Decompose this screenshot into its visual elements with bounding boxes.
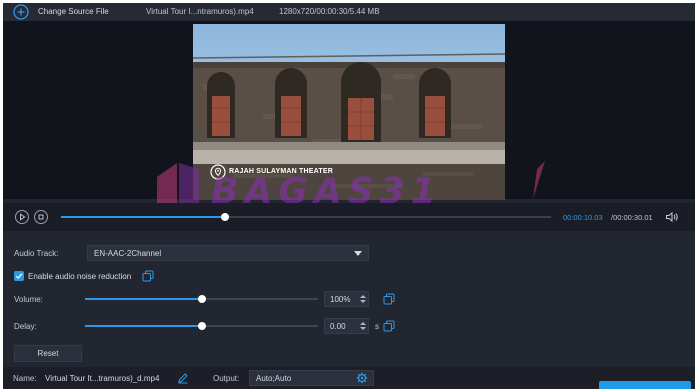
increment-arrow-icon[interactable] (360, 322, 366, 325)
play-icon (20, 213, 26, 221)
reset-button[interactable]: Reset (14, 345, 82, 362)
playback-progress-slider[interactable] (61, 213, 551, 221)
stop-button[interactable] (34, 210, 48, 224)
play-button[interactable] (15, 210, 29, 224)
audio-track-value: EN-AAC-2Channel (94, 249, 162, 258)
increment-arrow-icon[interactable] (360, 295, 366, 298)
pencil-edit-icon[interactable] (177, 372, 189, 384)
change-source-file-button[interactable]: Change Source File (38, 7, 109, 16)
playback-controls: 00:00:10.03 /00:00:30.01 (3, 203, 695, 231)
source-file-name: Virtual Tour I...ntramuros).mp4 (146, 7, 254, 16)
output-format-value: Auto;Auto (256, 374, 292, 383)
stop-icon (38, 214, 44, 220)
total-time: /00:00:30.01 (611, 213, 653, 222)
volume-slider-fill (85, 298, 202, 300)
checkmark-icon (15, 273, 23, 279)
video-caption: RAJAH SULAYMAN THEATER (229, 168, 333, 175)
name-label: Name: (13, 374, 37, 383)
output-label: Output: (213, 374, 240, 383)
apply-volume-to-all-icon[interactable] (383, 293, 395, 305)
source-file-bar: Change Source File Virtual Tour I...ntra… (3, 3, 695, 21)
audio-track-select[interactable]: EN-AAC-2Channel (87, 245, 369, 261)
noise-reduction-checkbox[interactable] (14, 271, 24, 281)
output-file-name: Virtual Tour It...tramuros)_d.mp4 (45, 374, 160, 383)
delay-slider[interactable] (85, 322, 318, 330)
source-file-info: 1280x720/00:00:30/5.44 MB (279, 7, 380, 16)
delay-slider-fill (85, 325, 202, 327)
speaker-volume-icon[interactable] (665, 211, 679, 223)
delay-slider-handle[interactable] (197, 322, 206, 330)
playback-progress-handle[interactable] (220, 213, 229, 221)
volume-slider[interactable] (85, 295, 318, 303)
ok-button[interactable] (599, 381, 691, 389)
noise-reduction-label[interactable]: Enable audio noise reduction (28, 272, 131, 281)
delay-label: Delay: (14, 322, 37, 331)
apply-to-all-icon[interactable] (142, 270, 154, 282)
audio-track-label: Audio Track: (14, 249, 59, 258)
volume-input[interactable]: 100% (324, 291, 369, 307)
volume-label: Volume: (14, 295, 43, 304)
decrement-arrow-icon[interactable] (360, 300, 366, 303)
audio-settings-panel: Audio Track: EN-AAC-2Channel Enable audi… (3, 231, 695, 365)
playback-progress-fill (61, 216, 225, 218)
apply-delay-to-all-icon[interactable] (383, 320, 395, 332)
output-format-field[interactable]: Auto;Auto (249, 370, 374, 386)
gear-icon[interactable] (356, 372, 368, 384)
dropdown-arrow-icon (354, 251, 362, 256)
delay-input[interactable]: 0.00 (324, 318, 369, 334)
volume-value: 100% (330, 295, 351, 304)
video-preview: RAJAH SULAYMAN THEATER (193, 24, 505, 200)
delay-value: 0.00 (330, 322, 346, 331)
audio-editor-window: Change Source File Virtual Tour I...ntra… (3, 3, 695, 389)
location-pin-icon (210, 164, 226, 180)
output-bar: Name: Virtual Tour It...tramuros)_d.mp4 … (3, 367, 695, 389)
delay-unit: s (375, 322, 379, 331)
plus-circle-icon[interactable] (13, 4, 29, 20)
decrement-arrow-icon[interactable] (360, 327, 366, 330)
current-time: 00:00:10.03 (563, 213, 603, 222)
volume-slider-handle[interactable] (197, 295, 206, 303)
